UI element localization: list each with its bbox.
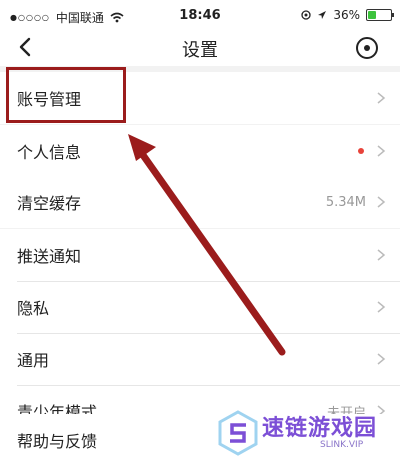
chevron-right-icon: [377, 353, 386, 365]
cache-size: 5.34M: [325, 194, 366, 210]
watermark-subtitle: SLINK.VIP: [320, 440, 364, 450]
page-title: 设置: [182, 40, 218, 61]
location-arrow-icon: [318, 11, 327, 19]
row-label: 通用: [17, 351, 50, 370]
clear-cache-row[interactable]: 清空缓存 5.34M: [0, 176, 400, 228]
location-icon: [301, 10, 311, 20]
row-label: 个人信息: [17, 143, 82, 162]
scan-icon[interactable]: [354, 35, 380, 61]
settings-group-profile: 个人信息: [0, 125, 400, 177]
chevron-right-icon: [377, 249, 386, 261]
push-notification-row[interactable]: 推送通知: [0, 229, 400, 281]
nav-bar: 设置: [0, 32, 400, 66]
highlight-box: [6, 67, 126, 123]
personal-info-row[interactable]: 个人信息: [0, 125, 400, 177]
chevron-right-icon: [377, 145, 386, 157]
notification-dot: [358, 148, 364, 154]
chevron-right-icon: [377, 301, 386, 313]
battery-icon: [366, 9, 394, 21]
status-bar: ●○○○○ 中国联通 18:46 36%: [0, 0, 400, 32]
watermark-s-logo-icon: [218, 410, 258, 456]
general-row[interactable]: 通用: [0, 333, 400, 385]
privacy-row[interactable]: 隐私: [0, 281, 400, 333]
watermark-title: 速链游戏园: [262, 416, 378, 441]
chevron-right-icon: [377, 196, 386, 208]
row-label: 推送通知: [17, 247, 82, 266]
settings-group-cache: 清空缓存 5.34M: [0, 176, 400, 228]
row-label: 清空缓存: [17, 194, 82, 213]
watermark-logo: 速链游戏园 SLINK.VIP: [218, 406, 400, 460]
row-label: 隐私: [17, 299, 50, 318]
row-label: 帮助与反馈: [17, 432, 98, 451]
chevron-right-icon: [377, 92, 386, 104]
status-right: 36%: [301, 8, 394, 22]
battery-percent: 36%: [333, 8, 360, 22]
